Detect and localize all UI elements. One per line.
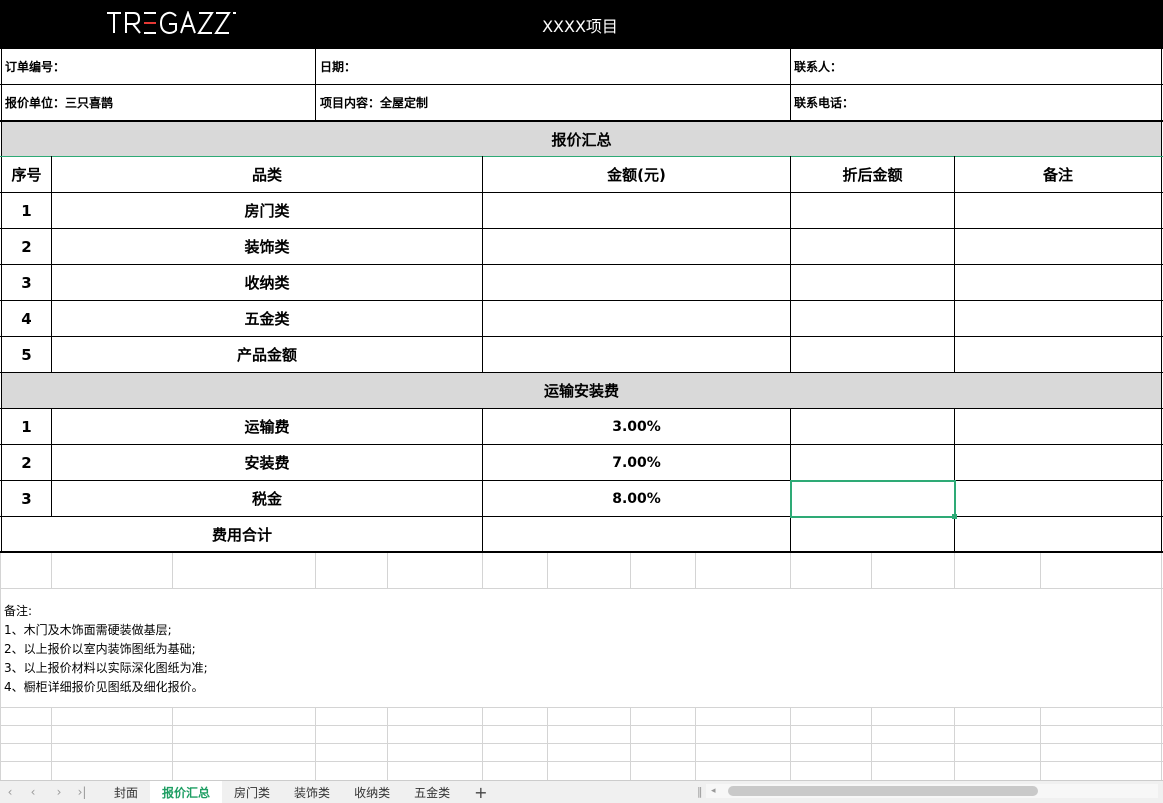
transport-row-no[interactable]: 2 [2, 445, 51, 480]
col-header-no[interactable]: 序号 [2, 157, 51, 192]
sheet-tab-doors[interactable]: 房门类 [222, 781, 282, 803]
notes-line: 4、橱柜详细报价见图纸及细化报价。 [4, 680, 204, 694]
notes-line: 2、以上报价以室内装饰图纸为基础; [4, 642, 196, 656]
col-header-category[interactable]: 品类 [52, 157, 482, 192]
phone-label[interactable]: 联系电话： [794, 84, 854, 120]
project-content-label[interactable]: 项目内容：全屋定制 [320, 84, 428, 120]
grid-line [630, 553, 631, 588]
transport-row-item[interactable]: 税金 [52, 481, 482, 516]
grid-line [0, 743, 1163, 744]
last-sheet-icon[interactable]: ›| [72, 785, 92, 799]
col-header-amount[interactable]: 金额(元) [483, 157, 790, 192]
grid-line [482, 516, 483, 552]
scrollbar-thumb[interactable] [728, 786, 1038, 796]
row-no[interactable]: 3 [2, 265, 51, 300]
grid-line [0, 707, 1163, 708]
sheet-tab-cover[interactable]: 封面 [102, 781, 150, 803]
split-handle-icon[interactable]: ‖ [697, 785, 703, 798]
brand-logo [106, 8, 236, 38]
transport-section-title[interactable]: 运输安装费 [2, 373, 1161, 408]
quote-unit-label[interactable]: 报价单位：三只喜鹊 [5, 84, 113, 120]
scroll-left-icon[interactable]: ◂ [711, 786, 716, 796]
notes-block: 备注: 1、木门及木饰面需硬装做基层; 2、以上报价以室内装饰图纸为基础; 3、… [4, 602, 208, 697]
grid-line [315, 553, 316, 588]
divider [790, 48, 791, 120]
prev-sheet-icon[interactable]: ‹ [20, 785, 46, 799]
grid-line [954, 516, 955, 552]
transport-row-no[interactable]: 1 [2, 409, 51, 444]
notes-line: 备注: [4, 604, 33, 618]
project-title: XXXX项目 [542, 16, 618, 36]
sheet-tab-storage[interactable]: 收纳类 [342, 781, 402, 803]
order-no-label[interactable]: 订单编号： [5, 48, 65, 84]
row-no[interactable]: 4 [2, 301, 51, 336]
row-category[interactable]: 产品金额 [52, 337, 482, 372]
transport-row-rate[interactable]: 7.00% [483, 445, 790, 480]
grid-line [695, 553, 696, 588]
grid-line [482, 553, 483, 588]
plus-icon[interactable]: + [462, 781, 499, 803]
sheet-tab-summary[interactable]: 报价汇总 [150, 781, 223, 803]
row-category[interactable]: 五金类 [52, 301, 482, 336]
notes-line: 1、木门及木饰面需硬装做基层; [4, 623, 172, 637]
transport-row-no[interactable]: 3 [2, 481, 51, 516]
first-sheet-icon[interactable]: ‹ [0, 785, 20, 799]
row-category[interactable]: 房门类 [52, 193, 482, 228]
grid-line [0, 588, 1163, 589]
grid-line [871, 553, 872, 588]
grid-line [172, 553, 173, 588]
notes-line: 3、以上报价材料以实际深化图纸为准; [4, 661, 208, 675]
grid-line [387, 553, 388, 588]
grid-line [1040, 553, 1041, 588]
grid-line [51, 553, 52, 588]
grid-line [0, 761, 1163, 762]
next-sheet-icon[interactable]: › [46, 785, 72, 799]
divider [0, 48, 1163, 49]
divider [0, 84, 1163, 85]
grid-line [790, 516, 791, 552]
transport-row-item[interactable]: 安装费 [52, 445, 482, 480]
row-category[interactable]: 装饰类 [52, 229, 482, 264]
grid-line [547, 553, 548, 588]
grid-line [1161, 553, 1162, 780]
sheet-tab-decor[interactable]: 装饰类 [282, 781, 342, 803]
transport-row-rate[interactable]: 8.00% [483, 481, 790, 516]
grid-line [0, 725, 1163, 726]
divider [315, 48, 316, 120]
transport-row-rate[interactable]: 3.00% [483, 409, 790, 444]
col-header-remark[interactable]: 备注 [955, 157, 1161, 192]
logo-icon [107, 11, 236, 35]
row-no[interactable]: 5 [2, 337, 51, 372]
row-no[interactable]: 1 [2, 193, 51, 228]
row-no[interactable]: 2 [2, 229, 51, 264]
date-label[interactable]: 日期： [320, 48, 356, 84]
summary-section-title[interactable]: 报价汇总 [2, 122, 1161, 156]
fill-handle[interactable] [952, 514, 957, 519]
grid-line [0, 553, 1, 780]
sheet-tab-hardware[interactable]: 五金类 [402, 781, 462, 803]
transport-row-item[interactable]: 运输费 [52, 409, 482, 444]
grid-line [954, 553, 955, 588]
grid-line [790, 553, 791, 588]
total-label[interactable]: 费用合计 [2, 517, 482, 552]
row-category[interactable]: 收纳类 [52, 265, 482, 300]
col-header-discount[interactable]: 折后金额 [791, 157, 954, 192]
contact-label[interactable]: 联系人： [794, 48, 842, 84]
selected-cell[interactable] [790, 480, 956, 518]
